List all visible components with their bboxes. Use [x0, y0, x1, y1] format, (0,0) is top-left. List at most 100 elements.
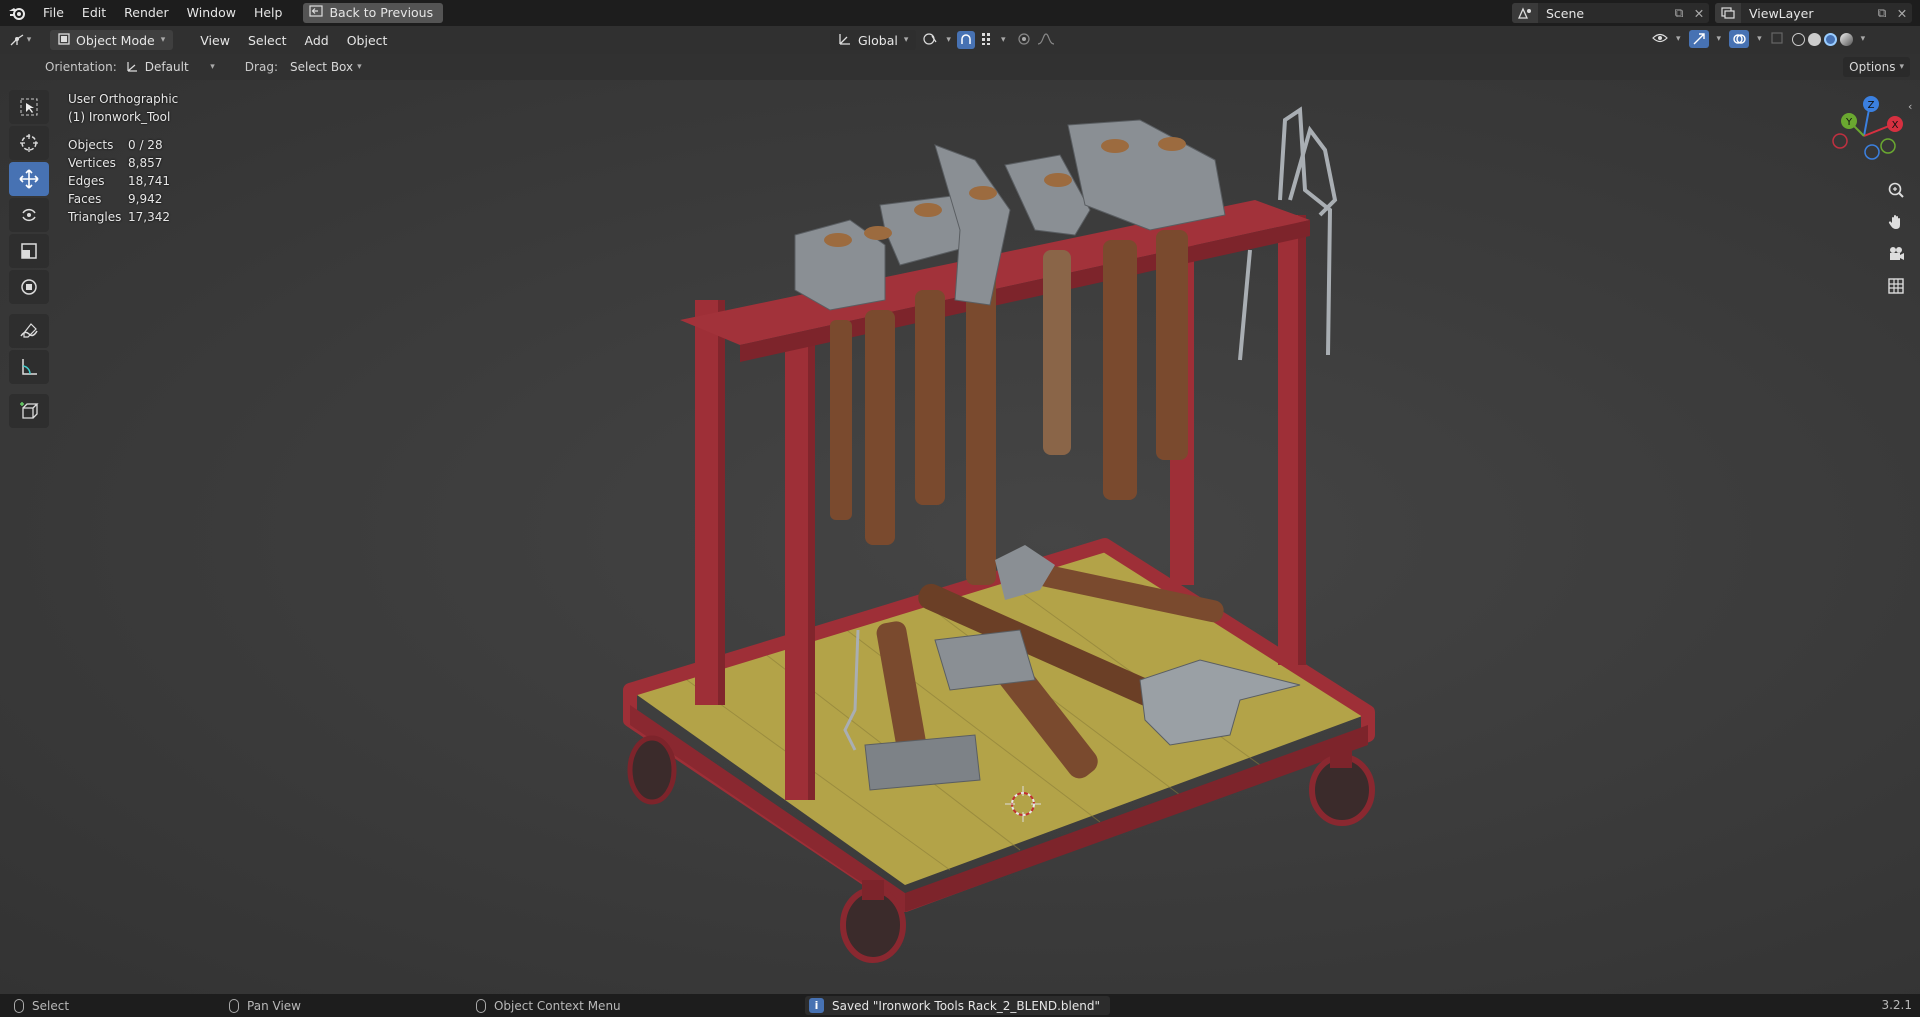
overlays-toggle-icon[interactable] [1729, 30, 1750, 48]
cursor-tool-icon[interactable] [9, 126, 49, 160]
back-to-previous-button[interactable]: Back to Previous [303, 3, 444, 23]
blender-logo-icon[interactable] [0, 0, 34, 26]
material-preview-shading-icon[interactable] [1823, 32, 1837, 46]
navigation-gizmo[interactable]: Z X Y [1824, 96, 1904, 176]
neg-z-axis-icon[interactable] [1864, 144, 1880, 160]
zoom-icon[interactable] [1882, 178, 1910, 202]
stat-row: Faces 9,942 [68, 190, 178, 208]
xray-toggle-icon[interactable] [1770, 31, 1784, 48]
stat-row: Vertices 8,857 [68, 154, 178, 172]
mouse-middle-icon [229, 998, 240, 1013]
stat-row: Objects 0 / 28 [68, 136, 178, 154]
snap-grid-icon[interactable] [981, 32, 995, 49]
measure-tool-icon[interactable] [9, 350, 49, 384]
scale-tool-icon[interactable] [9, 234, 49, 268]
transform-tool-icon[interactable] [9, 270, 49, 304]
proportional-editing-icon[interactable] [1017, 32, 1031, 49]
status-pan-label: Pan View [247, 998, 301, 1013]
close-scene-icon[interactable]: ✕ [1689, 6, 1709, 21]
menu-window[interactable]: Window [178, 0, 245, 26]
menu-help[interactable]: Help [245, 0, 292, 26]
stat-row: Triangles 17,342 [68, 208, 178, 226]
x-axis-label: X [1892, 120, 1899, 131]
camera-view-icon[interactable] [1882, 242, 1910, 266]
orientation-dropdown[interactable]: Default ▾ [125, 59, 215, 76]
orientation-value: Default [144, 60, 189, 74]
status-context-label: Object Context Menu [493, 998, 621, 1013]
snap-toggle-icon[interactable] [956, 31, 975, 49]
chevron-down-icon: ▾ [26, 35, 32, 45]
copy-scene-icon[interactable]: ⧉ [1669, 5, 1689, 21]
neg-x-axis-icon[interactable] [1832, 133, 1848, 149]
rotate-tool-icon[interactable] [9, 198, 49, 232]
scene-icon[interactable] [1512, 3, 1538, 23]
pivot-point-icon[interactable] [922, 31, 940, 50]
drag-label: Drag: [244, 60, 278, 74]
neg-y-axis-icon[interactable] [1880, 138, 1896, 154]
scene-name[interactable]: Scene [1538, 6, 1669, 21]
drag-dropdown[interactable]: Select Box ▾ [290, 60, 362, 74]
options-dropdown[interactable]: Options ▾ [1843, 57, 1910, 77]
scene-selector-group: Scene ⧉ ✕ ViewLayer ⧉ ✕ [1512, 0, 1920, 26]
view-layer-name[interactable]: ViewLayer [1741, 6, 1872, 21]
pan-hand-icon[interactable] [1882, 210, 1910, 234]
stat-label: Faces [68, 192, 102, 206]
move-tool-icon[interactable] [9, 162, 49, 196]
yellow-board [630, 545, 1365, 885]
editor-type-icon [10, 34, 24, 46]
mouse-right-icon [475, 998, 486, 1013]
scene-statistics: Objects 0 / 28 Vertices 8,857 Edges 18,741 … [68, 136, 178, 226]
object-mode-dropdown[interactable]: Object Mode ▾ [50, 30, 174, 50]
viewport-display-controls: ▾ ▾ ▾ ▾ [1652, 30, 1865, 48]
chevron-down-icon: ▾ [1676, 34, 1681, 44]
orientation-label: Orientation: [45, 60, 117, 74]
transform-controls: Global ▾ ▾ ▾ [830, 30, 1055, 50]
rendered-shading-icon[interactable] [1839, 32, 1853, 46]
object-mode-icon [58, 32, 70, 48]
wireframe-shading-icon[interactable] [1791, 32, 1805, 46]
add-cube-tool-icon[interactable] [9, 394, 49, 428]
mouse-left-icon [14, 998, 24, 1013]
stat-label: Triangles [68, 210, 122, 224]
view-layer-icon[interactable] [1715, 3, 1741, 23]
viewport-header: ▾ Object Mode ▾ View Select Add Object G… [0, 26, 1920, 54]
sidebar-toggle-icon[interactable]: ‹ [1908, 100, 1912, 113]
orientation-global-icon [838, 32, 852, 49]
save-report-message[interactable]: i Saved "Ironwork Tools Rack_2_BLEND.ble… [805, 996, 1111, 1015]
viewport-info-overlay: User Orthographic (1) Ironwork_Tool Obje… [68, 90, 178, 226]
transform-orientation-dropdown[interactable]: Global ▾ [830, 30, 917, 50]
orthographic-grid-icon[interactable] [1882, 274, 1910, 298]
stat-label: Vertices [68, 156, 116, 170]
menu-object[interactable]: Object [338, 33, 397, 48]
solid-shading-icon[interactable] [1807, 32, 1821, 46]
annotate-tool-icon[interactable] [9, 314, 49, 348]
menu-file[interactable]: File [34, 0, 73, 26]
stat-row: Edges 18,741 [68, 172, 178, 190]
copy-view-layer-icon[interactable]: ⧉ [1872, 5, 1892, 21]
menu-edit[interactable]: Edit [73, 0, 115, 26]
stat-label: Edges [68, 174, 105, 188]
visibility-eye-icon[interactable] [1652, 31, 1668, 48]
view-layer-selector[interactable]: ViewLayer ⧉ ✕ [1715, 3, 1912, 23]
blender-version: 3.2.1 [1881, 998, 1912, 1012]
menu-add[interactable]: Add [296, 33, 338, 48]
3d-viewport[interactable] [0, 80, 1920, 994]
top-menu-bar: File Edit Render Window Help Back to Pre… [0, 0, 1920, 26]
navigation-buttons [1882, 178, 1910, 298]
select-box-tool-icon[interactable] [9, 90, 49, 124]
stat-value: 8,857 [128, 156, 163, 170]
active-object-name: (1) Ironwork_Tool [68, 110, 171, 124]
scene-selector[interactable]: Scene ⧉ ✕ [1512, 3, 1709, 23]
object-mode-label: Object Mode [76, 32, 155, 48]
status-select-hint: Select [14, 998, 69, 1013]
chevron-down-icon: ▾ [946, 35, 951, 45]
menu-view[interactable]: View [191, 33, 239, 48]
falloff-curve-icon[interactable] [1037, 32, 1055, 49]
transform-orientation-label: Global [858, 32, 898, 48]
editor-type-button[interactable]: ▾ [0, 33, 40, 47]
menu-select[interactable]: Select [239, 33, 296, 48]
status-context-hint: Object Context Menu [475, 998, 621, 1013]
menu-render[interactable]: Render [115, 0, 178, 26]
gizmo-toggle-icon[interactable] [1688, 30, 1709, 48]
close-view-layer-icon[interactable]: ✕ [1892, 6, 1912, 21]
